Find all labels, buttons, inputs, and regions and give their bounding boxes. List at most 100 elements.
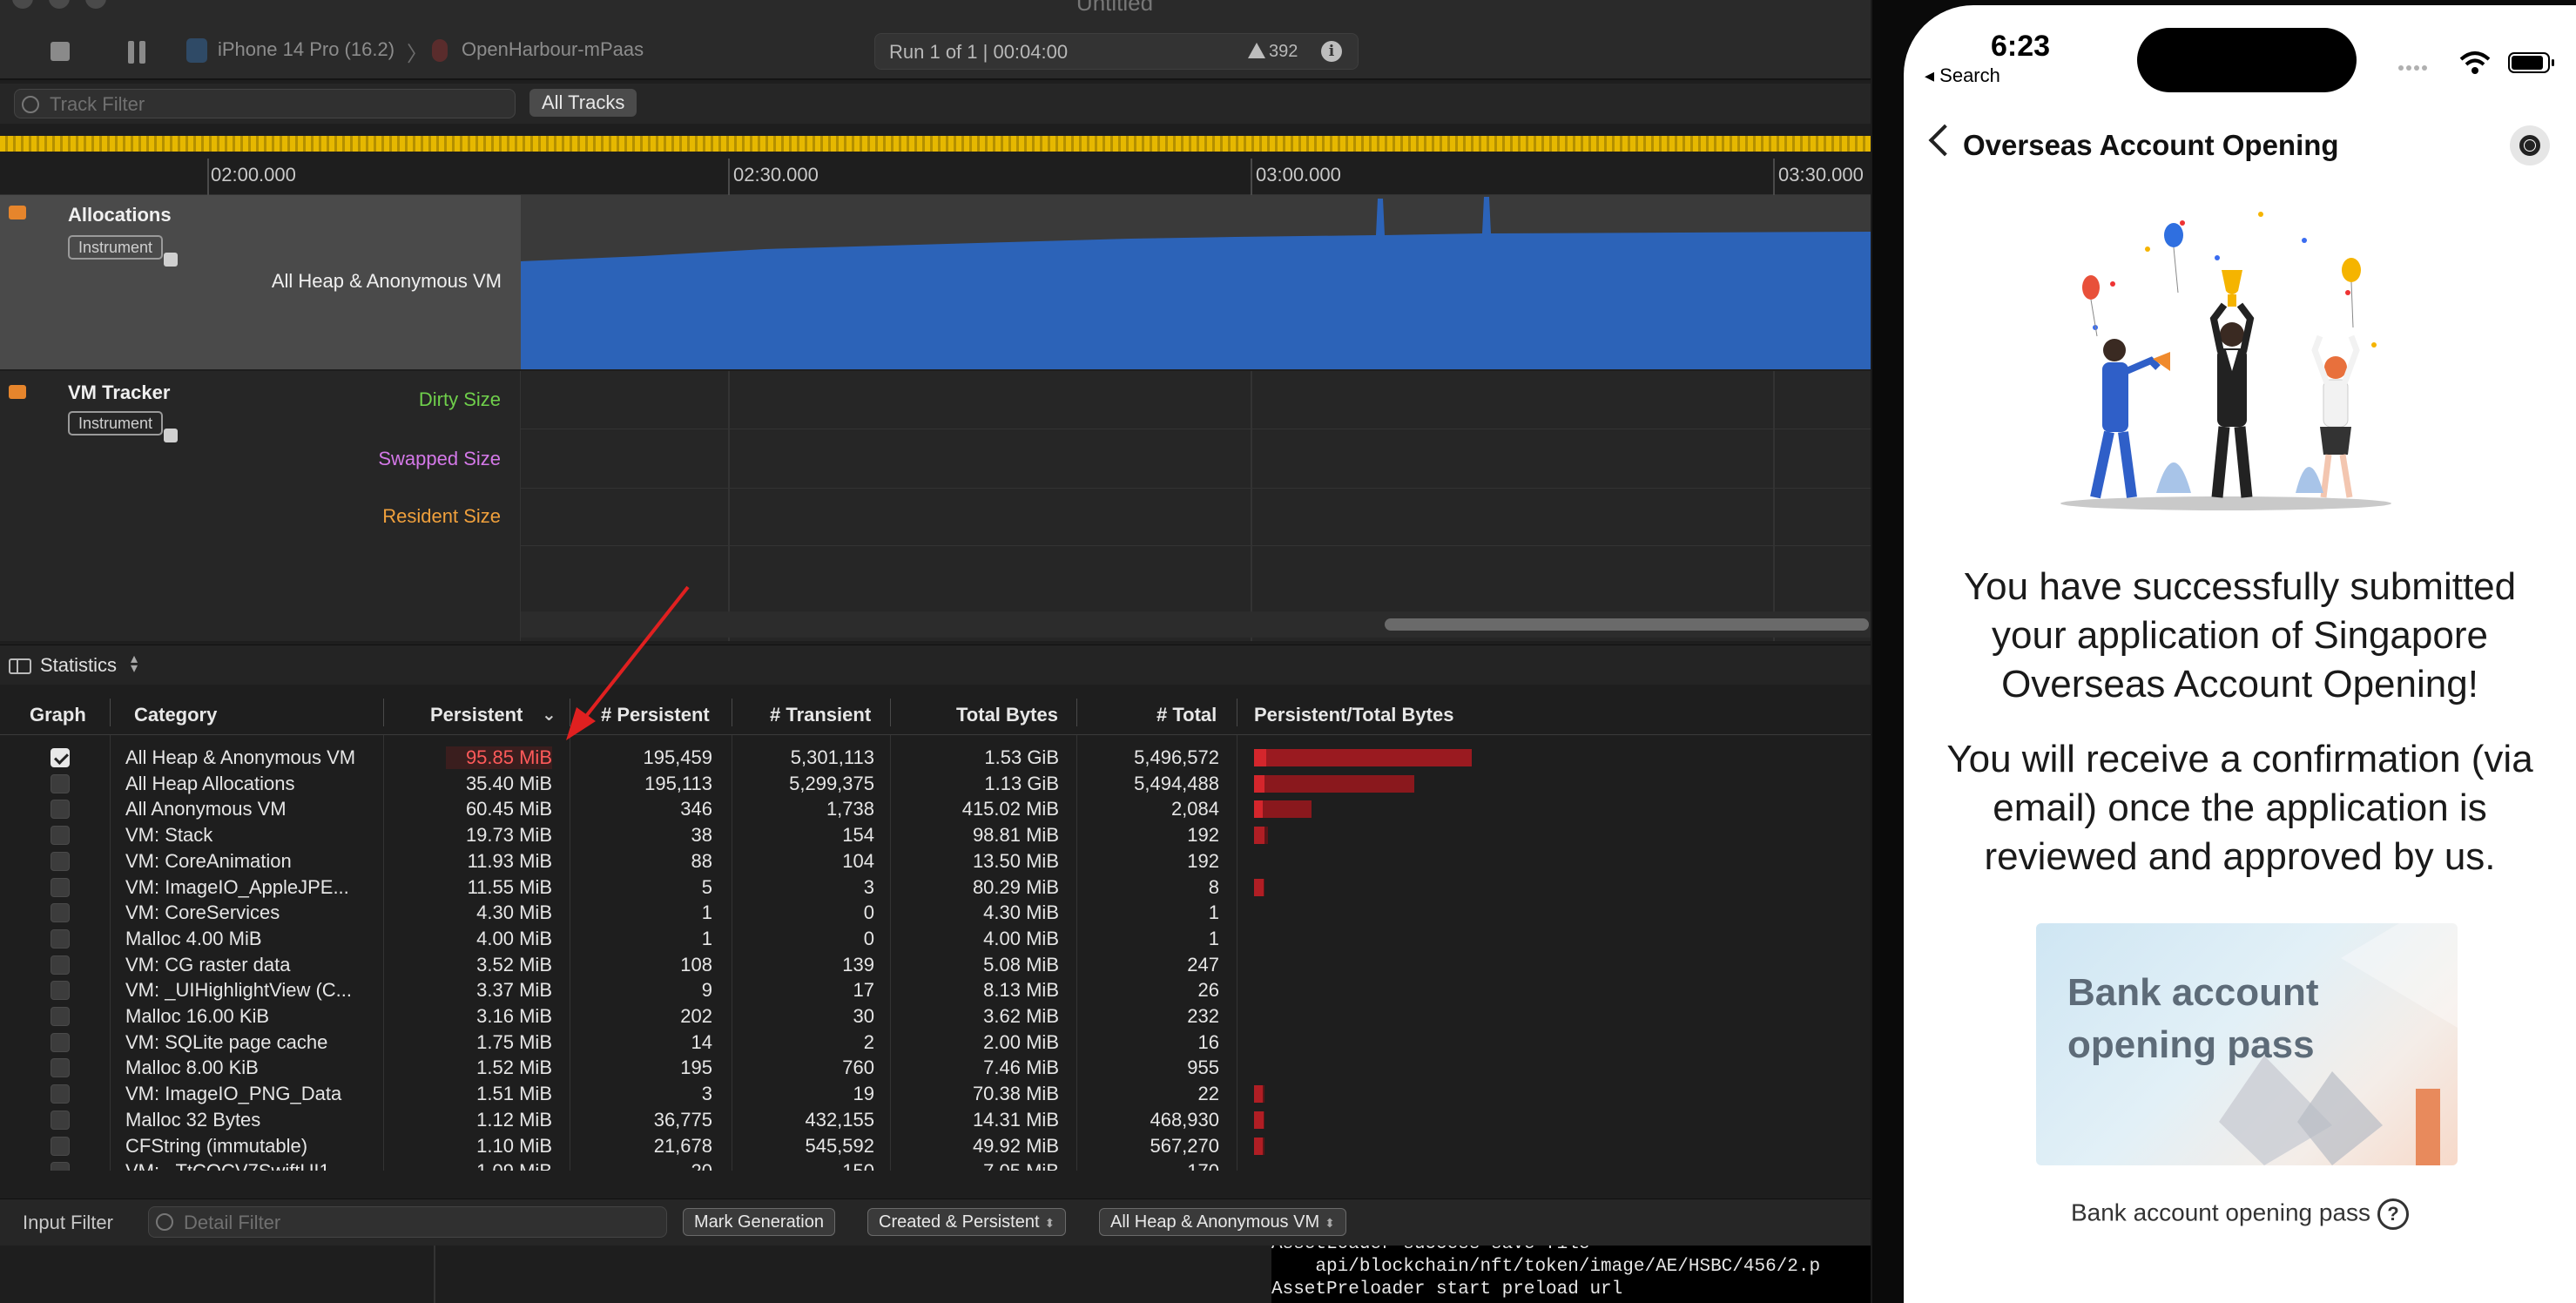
graph-checkbox[interactable]: [51, 773, 70, 793]
graph-checkbox[interactable]: [51, 826, 70, 846]
pass-caption-row[interactable]: Bank account opening pass?: [1904, 1198, 2576, 1230]
n-transient-cell: 17: [853, 979, 874, 1002]
timeline-ruler[interactable]: 02:00.000 02:30.000 03:00.000 03:30.000: [0, 152, 1871, 195]
target-selector[interactable]: OpenHarbour-mPaas: [462, 38, 644, 61]
table-row[interactable]: VM: ImageIO_PNG_Data 1.51 MiB 3 19 70.38 MiB…: [0, 1082, 1871, 1106]
ratio-bar: [1254, 749, 1266, 766]
horizontal-scrollbar-thumb[interactable]: [1385, 618, 1869, 631]
battery-icon: [2508, 52, 2554, 73]
console-output[interactable]: AssetLoader success save file api/blockc…: [1271, 1246, 1871, 1303]
sidebar-layout-icon[interactable]: [9, 658, 31, 674]
table-row[interactable]: VM: SQLite page cache 1.75 MiB 14 2 2.00 MiB…: [0, 1030, 1871, 1055]
table-row[interactable]: VM: CG raster data 3.52 MiB 108 139 5.08 MiB…: [0, 953, 1871, 977]
cellular-signal-icon: [2398, 59, 2430, 71]
table-row[interactable]: VM: _UIHighlightView (C... 3.37 MiB 9 17 8.1…: [0, 978, 1871, 1003]
track-filter-bar: All Tracks: [0, 84, 1871, 124]
graph-checkbox[interactable]: [51, 1032, 70, 1052]
chevron-down-icon[interactable]: [164, 253, 178, 267]
statistics-selector[interactable]: Statistics: [40, 654, 117, 677]
warning-icon[interactable]: [1248, 43, 1265, 58]
allocations-graph-svg: [521, 197, 1871, 369]
total-bytes-cell: 8.13 MiB: [983, 979, 1059, 1002]
graph-checkbox[interactable]: [51, 851, 70, 871]
table-row[interactable]: Malloc 4.00 MiB 4.00 MiB 1 0 4.00 MiB 1: [0, 927, 1871, 951]
question-mark-icon[interactable]: ?: [2377, 1198, 2410, 1230]
created-persistent-popup[interactable]: Created & Persistent ⬍: [867, 1208, 1067, 1236]
back-chevron-icon[interactable]: [1928, 124, 1961, 157]
chevron-down-icon[interactable]: [164, 429, 178, 442]
n-total-cell: 22: [1197, 1083, 1219, 1105]
vm-tracker-track[interactable]: VM Tracker Instrument Dirty Size Swapped…: [0, 371, 1871, 641]
vm-tracker-track-header[interactable]: VM Tracker Instrument Dirty Size Swapped…: [0, 371, 521, 641]
n-transient-cell: 432,155: [805, 1108, 874, 1131]
vm-tracker-graph[interactable]: [521, 371, 1871, 641]
record-icon[interactable]: [2510, 125, 2550, 165]
bank-pass-card[interactable]: Bank account opening pass: [2036, 923, 2458, 1165]
n-transient-cell: 139: [842, 953, 874, 976]
resident-size-label: Resident Size: [382, 505, 501, 527]
allocations-graph[interactable]: [521, 195, 1871, 369]
table-row[interactable]: VM: Stack 19.73 MiB 38 154 98.81 MiB 192: [0, 823, 1871, 847]
device-selector[interactable]: iPhone 14 Pro (16.2): [218, 38, 394, 61]
instrument-badge[interactable]: Instrument: [68, 411, 164, 435]
graph-checkbox[interactable]: [51, 1136, 70, 1156]
track-filter-input[interactable]: [50, 93, 502, 116]
table-row[interactable]: All Heap Allocations 35.40 MiB 195,113 5,29…: [0, 772, 1871, 796]
table-row[interactable]: CFString (immutable) 1.10 MiB 21,678 545,59…: [0, 1134, 1871, 1158]
graph-checkbox[interactable]: [51, 1007, 70, 1026]
table-row[interactable]: Malloc 8.00 KiB 1.52 MiB 195 760 7.46 MiB 955: [0, 1056, 1871, 1080]
column-header-n-total[interactable]: # Total: [1157, 704, 1217, 726]
category-cell: VM: CoreAnimation: [125, 849, 292, 872]
heap-vm-popup[interactable]: All Heap & Anonymous VM ⬍: [1099, 1208, 1346, 1236]
graph-checkbox[interactable]: [51, 748, 70, 767]
graph-checkbox[interactable]: [51, 1058, 70, 1078]
instrument-badge[interactable]: Instrument: [68, 235, 164, 260]
column-header-persistent-total-bytes[interactable]: Persistent/Total Bytes: [1254, 704, 1453, 726]
persistent-cell: 4.30 MiB: [476, 901, 552, 924]
column-header-persistent[interactable]: Persistent: [430, 704, 523, 726]
column-header-category[interactable]: Category: [134, 704, 217, 726]
table-row[interactable]: VM: _TtCOCV7SwiftUI1... 1.09 MiB 20 150 7.05…: [0, 1159, 1871, 1171]
allocations-track-header[interactable]: Allocations Instrument All Heap & Anonym…: [0, 195, 521, 369]
graph-checkbox[interactable]: [51, 1110, 70, 1130]
mark-generation-button[interactable]: Mark Generation: [683, 1208, 835, 1236]
graph-checkbox[interactable]: [51, 1084, 70, 1104]
graph-checkbox[interactable]: [51, 903, 70, 923]
table-row[interactable]: VM: ImageIO_AppleJPE... 11.55 MiB 5 3 80.29 …: [0, 875, 1871, 900]
back-to-search-link[interactable]: ◂ Search: [1925, 64, 2000, 87]
n-total-cell: 170: [1071, 1160, 1219, 1171]
column-header-graph[interactable]: Graph: [30, 704, 86, 726]
chevron-updown-icon[interactable]: ▴ ▾: [131, 652, 138, 676]
table-row[interactable]: VM: CoreServices 4.30 MiB 1 0 4.30 MiB 1: [0, 901, 1871, 925]
graph-checkbox[interactable]: [51, 1162, 70, 1171]
column-header-total-bytes[interactable]: Total Bytes: [956, 704, 1058, 726]
table-row[interactable]: VM: CoreAnimation 11.93 MiB 88 104 13.50 MiB…: [0, 849, 1871, 874]
table-row[interactable]: Malloc 32 Bytes 1.12 MiB 36,775 432,155 14.3…: [0, 1108, 1871, 1132]
table-row[interactable]: All Anonymous VM 60.45 MiB 346 1,738 415.02 …: [0, 797, 1871, 821]
info-icon[interactable]: i: [1321, 41, 1342, 62]
allocations-series-label: All Heap & Anonymous VM: [271, 270, 502, 292]
table-row[interactable]: Malloc 16.00 KiB 3.16 MiB 202 30 3.62 MiB 232: [0, 1004, 1871, 1029]
n-total-cell: 2,084: [1170, 798, 1219, 820]
graph-checkbox[interactable]: [51, 800, 70, 820]
instruments-window: Untitled iPhone 14 Pro (16.2) 〉 OpenHarb…: [0, 0, 1871, 1303]
timeline-tick: [728, 159, 730, 195]
n-total-cell: 955: [1187, 1057, 1219, 1079]
graph-checkbox[interactable]: [51, 955, 70, 975]
graph-checkbox[interactable]: [51, 981, 70, 1001]
table-row[interactable]: All Heap & Anonymous VM 95.85 MiB 195,459 5…: [0, 746, 1871, 770]
total-bytes-cell: 7.05 MiB: [911, 1160, 1059, 1171]
warning-count[interactable]: 392: [1269, 42, 1298, 62]
graph-checkbox[interactable]: [51, 877, 70, 897]
detail-filter-input[interactable]: [184, 1212, 654, 1234]
n-persistent-cell: 3: [701, 1083, 712, 1105]
persistent-cell: 3.16 MiB: [476, 1005, 552, 1027]
allocations-track[interactable]: Allocations Instrument All Heap & Anonym…: [0, 195, 1871, 369]
column-header-n-transient[interactable]: # Transient: [770, 704, 871, 726]
all-tracks-button[interactable]: All Tracks: [529, 89, 637, 117]
timeline-tick-label: 02:30.000: [733, 164, 819, 186]
graph-checkbox[interactable]: [51, 928, 70, 949]
stop-recording-button[interactable]: [51, 42, 70, 61]
pause-recording-button[interactable]: [127, 41, 146, 64]
sort-descending-icon[interactable]: ⌄: [542, 704, 556, 726]
